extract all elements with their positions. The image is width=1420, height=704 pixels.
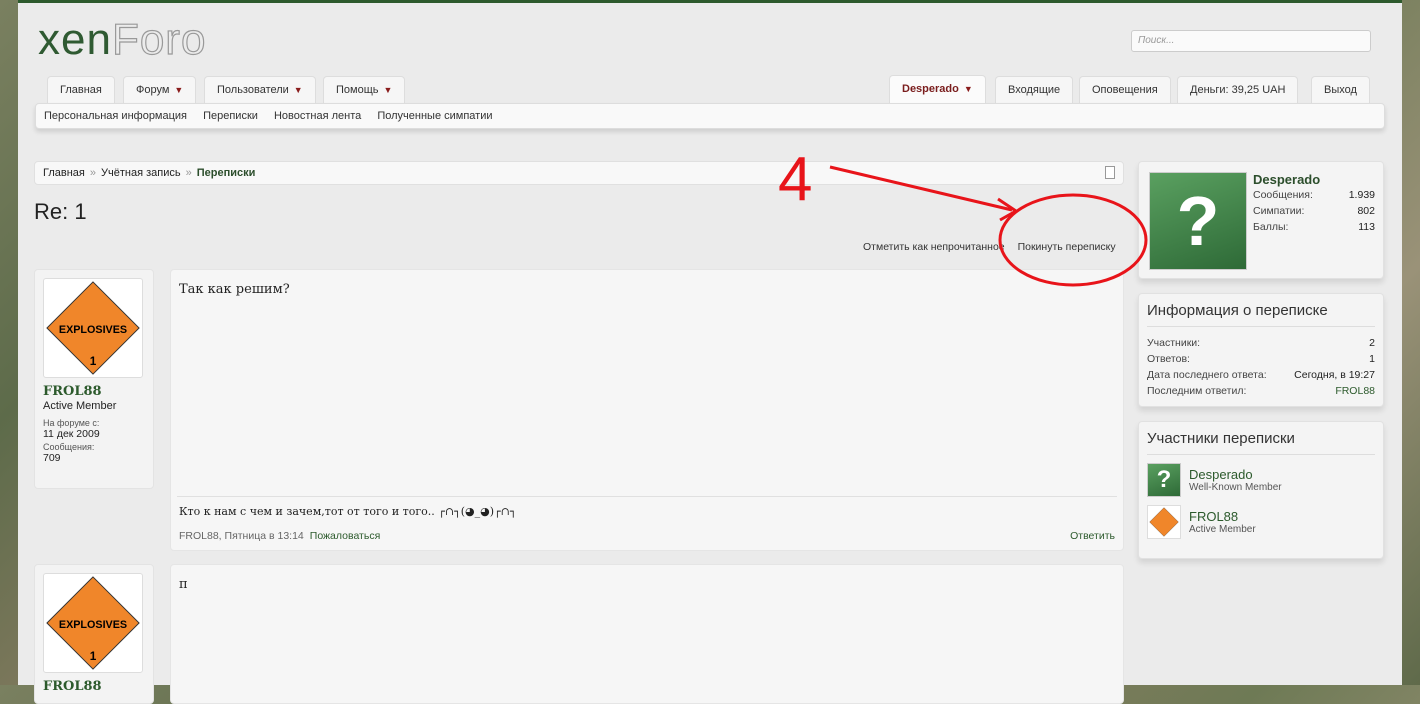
annotation-overlay: 4 — [778, 145, 1148, 287]
annotation-number: 4 — [778, 145, 812, 214]
annotation-circle — [998, 193, 1148, 287]
annotation-arrow — [829, 165, 1013, 212]
